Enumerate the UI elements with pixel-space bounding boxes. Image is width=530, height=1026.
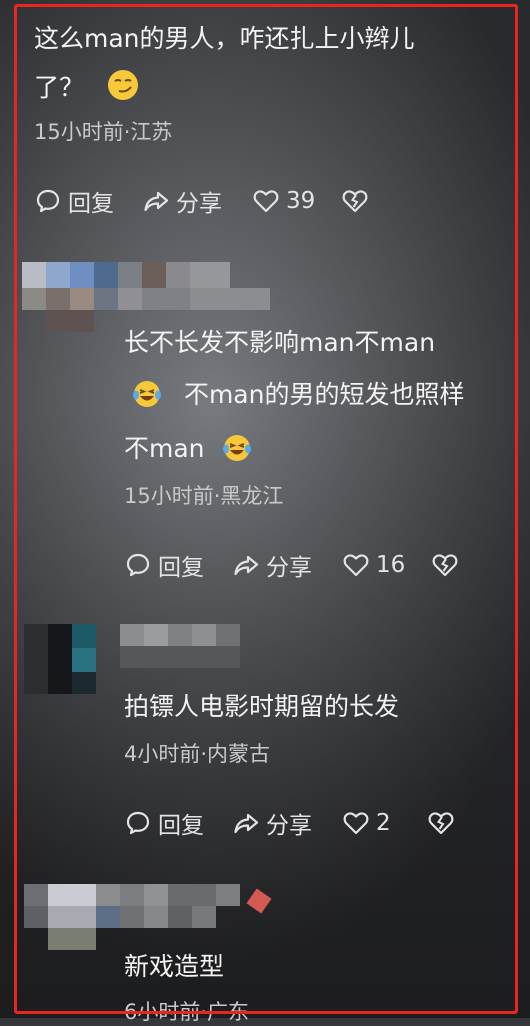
highlight-frame: [14, 4, 518, 1014]
